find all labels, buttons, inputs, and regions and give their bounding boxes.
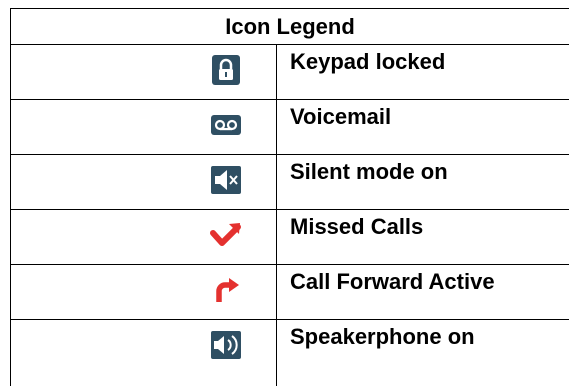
- legend-row-speakerphone: Speakerphone on: [11, 320, 569, 386]
- legend-label: Call Forward Active: [290, 269, 495, 294]
- legend-label: Keypad locked: [290, 49, 446, 74]
- missed-call-icon: [207, 218, 245, 252]
- legend-label: Voicemail: [290, 104, 392, 129]
- legend-row-voicemail: Voicemail: [11, 100, 569, 155]
- icon-cell: [11, 265, 277, 319]
- icon-cell: [11, 45, 277, 99]
- lock-icon: [207, 53, 245, 87]
- legend-label: Speakerphone on: [290, 324, 475, 349]
- legend-row-missed-calls: Missed Calls: [11, 210, 569, 265]
- icon-cell: [11, 155, 277, 209]
- legend-row-silent-mode: Silent mode on: [11, 155, 569, 210]
- legend-title: Icon Legend: [11, 9, 569, 45]
- icon-cell: [11, 100, 277, 154]
- legend-row-call-forward: Call Forward Active: [11, 265, 569, 320]
- mute-icon: [207, 163, 245, 197]
- icon-legend-table: Icon Legend Keypad locked Voicemail Sile…: [10, 8, 569, 386]
- legend-label: Missed Calls: [290, 214, 424, 239]
- legend-row-keypad-locked: Keypad locked: [11, 45, 569, 100]
- voicemail-icon: [207, 108, 245, 142]
- icon-cell: [11, 210, 277, 264]
- call-forward-icon: [207, 273, 245, 307]
- legend-label: Silent mode on: [290, 159, 448, 184]
- speaker-icon: [207, 328, 245, 362]
- icon-cell: [11, 320, 277, 386]
